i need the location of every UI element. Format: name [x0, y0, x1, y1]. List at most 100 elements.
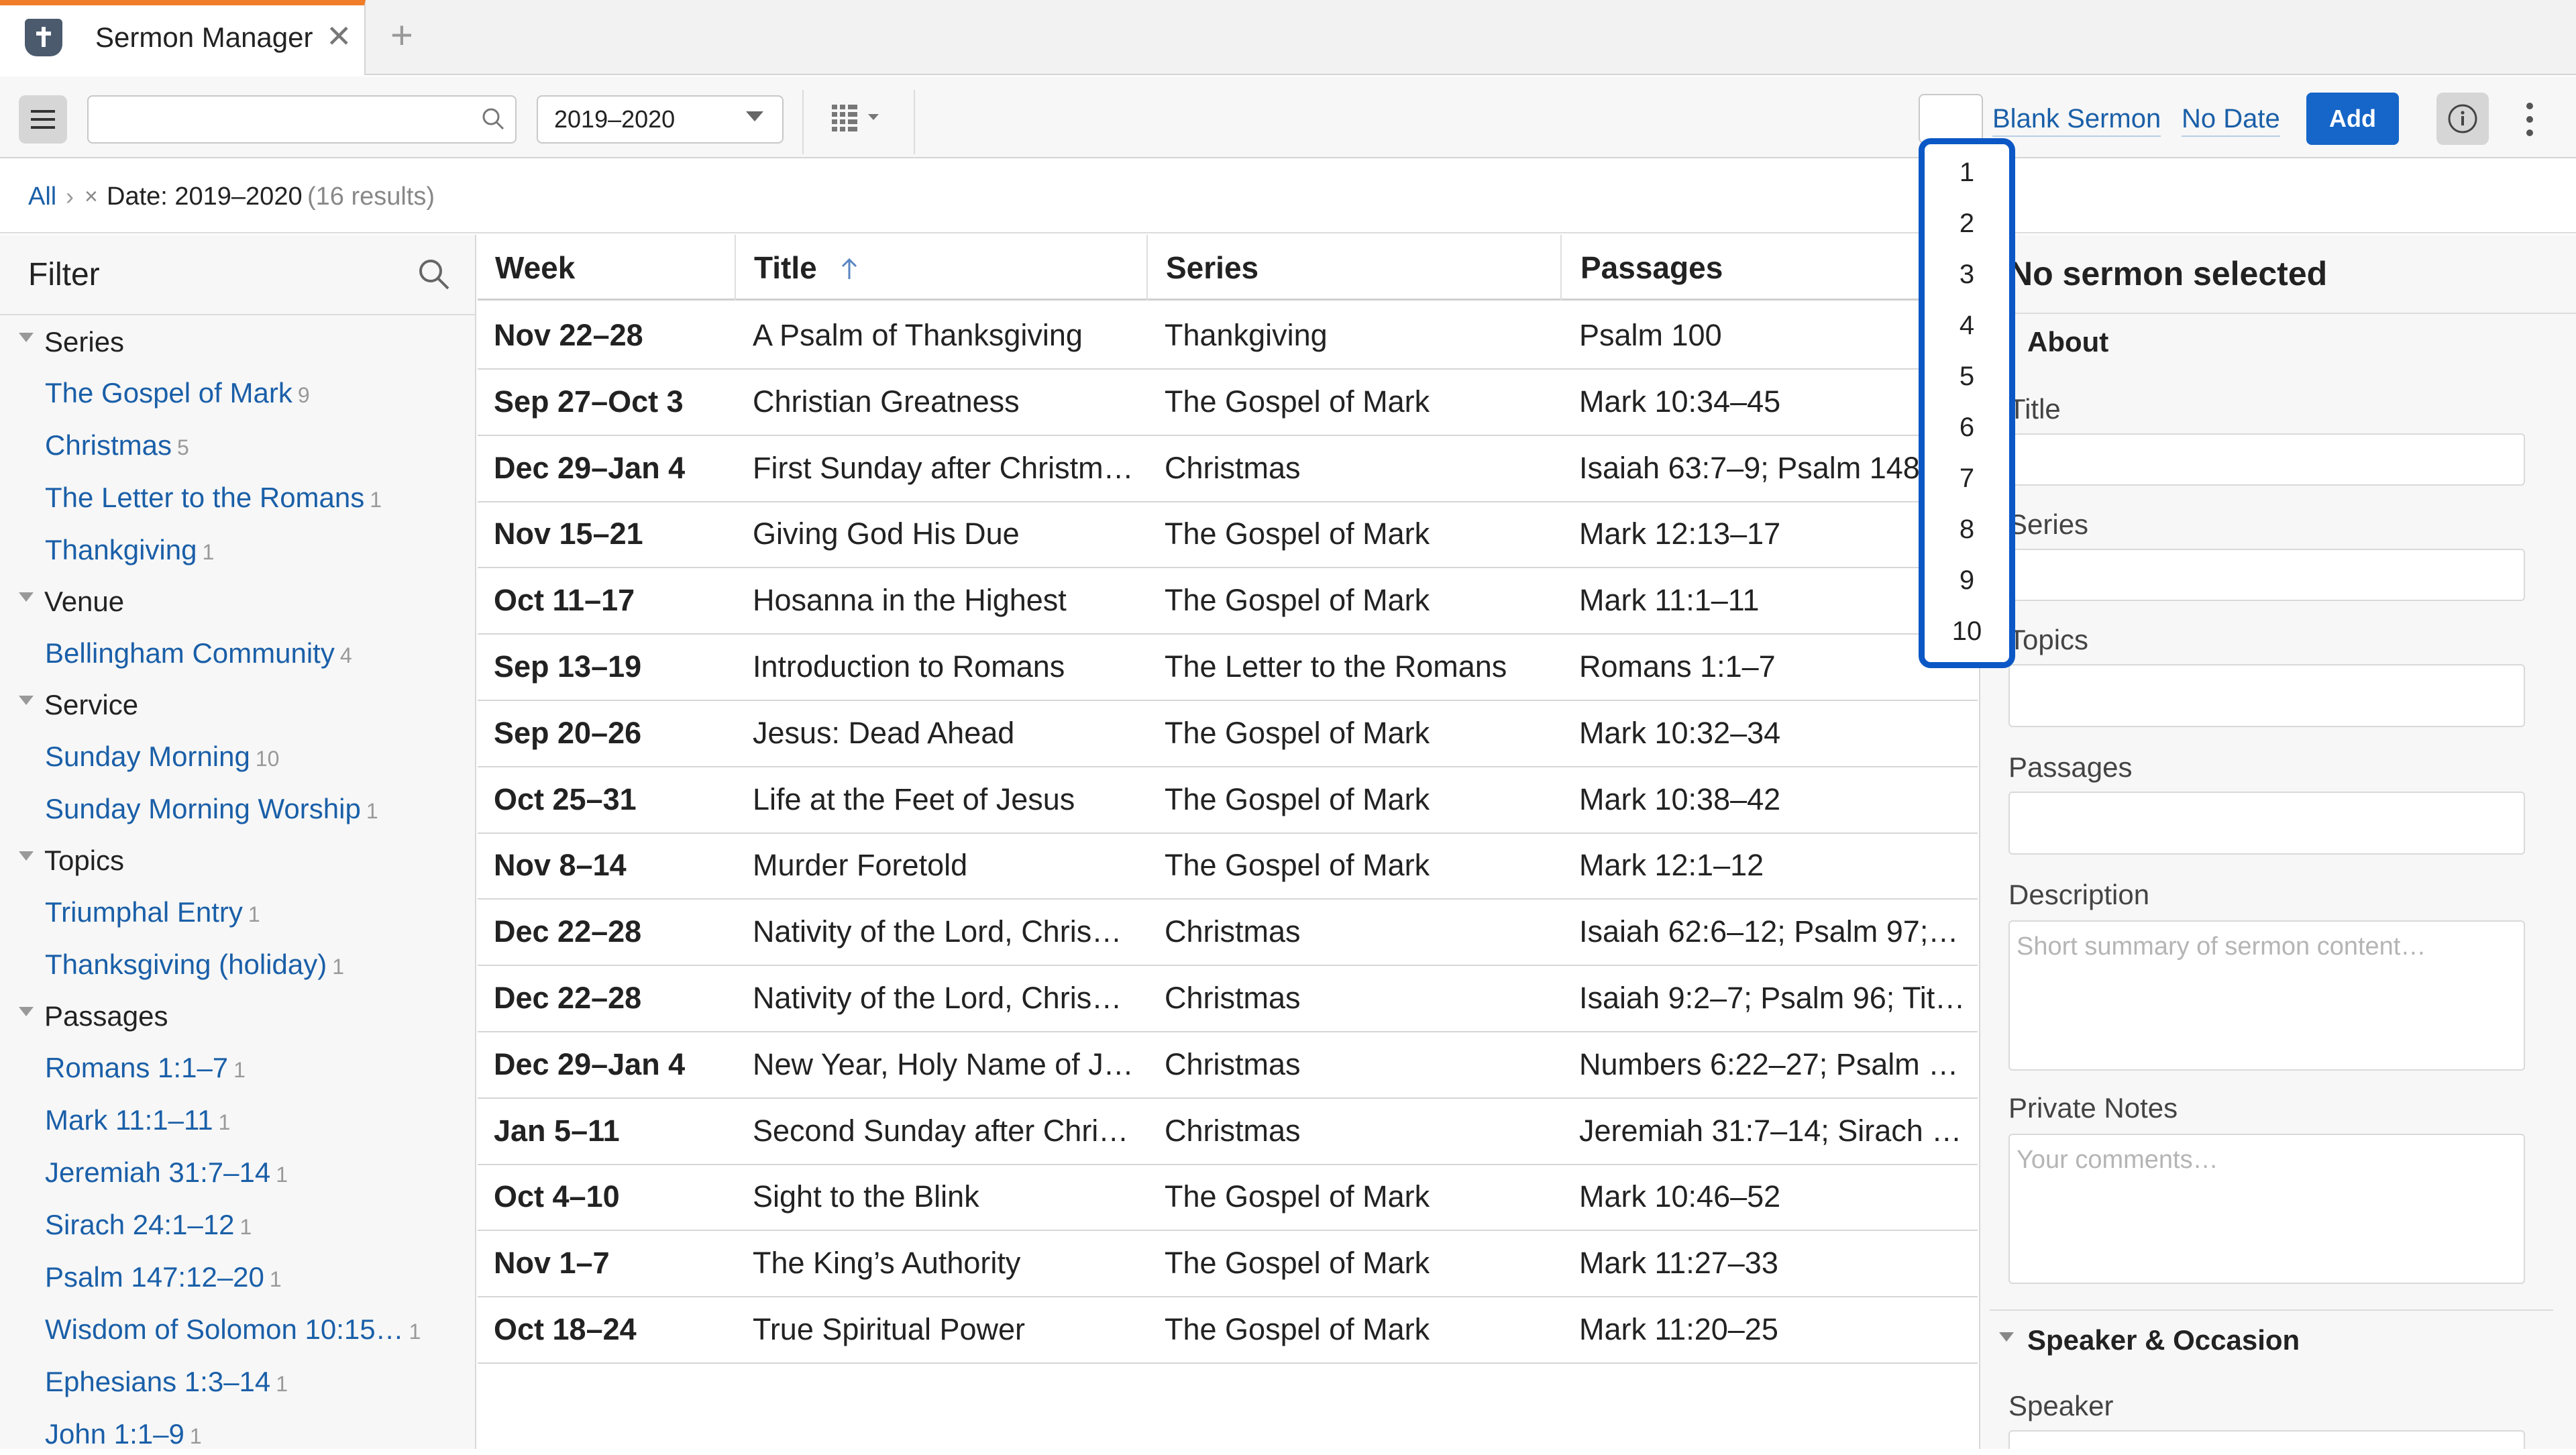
filter-item[interactable]: Triumphal Entry 1: [45, 894, 260, 933]
filter-item-label: Sirach 24:1–12: [45, 1209, 235, 1240]
filter-group-label: Service: [44, 689, 139, 720]
column-header-series[interactable]: Series: [1148, 235, 1562, 301]
filter-item[interactable]: Sunday Morning Worship 1: [45, 790, 378, 830]
info-button[interactable]: [2436, 93, 2489, 145]
column-header-week[interactable]: Week: [478, 235, 735, 301]
table-row[interactable]: Oct 4–10 Sight to the Blink The Gospel of …: [478, 1164, 1978, 1232]
filter-item-count: 9: [297, 383, 310, 407]
table-row[interactable]: Nov 8–14 Murder Foretold The Gospel of Mar…: [478, 832, 1978, 900]
add-button[interactable]: Add: [2306, 93, 2399, 145]
week-cell: Sep 20–26: [494, 715, 642, 750]
column-divider[interactable]: [735, 235, 736, 301]
column-divider[interactable]: [1146, 235, 1148, 301]
table-row[interactable]: Sep 20–26 Jesus: Dead Ahead The Gospel of …: [478, 700, 1978, 767]
series-cell: Christmas: [1165, 1046, 1301, 1081]
filter-group-series[interactable]: Series: [19, 323, 124, 361]
passages-field[interactable]: [2008, 792, 2525, 855]
table-row[interactable]: Oct 25–31 Life at the Feet of Jesus The Go…: [478, 767, 1978, 834]
passages-cell: Romans 1:1–7: [1579, 649, 1776, 684]
hamburger-menu-button[interactable]: [19, 95, 67, 144]
filter-item[interactable]: Mark 11:1–11 1: [45, 1101, 230, 1141]
table-row[interactable]: Jan 5–11 Second Sunday after Chri… Christm…: [478, 1098, 1978, 1165]
number-input[interactable]: [1919, 94, 1983, 144]
table-row[interactable]: Dec 22–28 Nativity of the Lord, Chris… Chr…: [478, 899, 1978, 967]
table-row[interactable]: Nov 15–21 Giving God His Due The Gospel of…: [478, 501, 1978, 569]
table-row[interactable]: Dec 29–Jan 4 First Sunday after Christm… C…: [478, 435, 1978, 502]
filter-item[interactable]: Bellingham Community 4: [45, 635, 352, 674]
number-option[interactable]: 7: [1919, 457, 2015, 499]
filter-item[interactable]: Sunday Morning 10: [45, 738, 279, 777]
filter-item[interactable]: The Gospel of Mark 9: [45, 374, 310, 414]
passages-cell: Numbers 6:22–27; Psalm …: [1579, 1046, 1959, 1081]
table-row[interactable]: Dec 29–Jan 4 New Year, Holy Name of J… Chr…: [478, 1032, 1978, 1099]
filter-item[interactable]: Psalm 147:12–20 1: [45, 1258, 282, 1298]
remove-filter-icon[interactable]: ×: [85, 180, 98, 213]
passages-cell: Mark 10:46–52: [1579, 1179, 1781, 1214]
filter-item[interactable]: John 1:1–9 1: [45, 1415, 202, 1455]
more-options-icon[interactable]: [2520, 98, 2540, 141]
no-date-link[interactable]: No Date: [2182, 102, 2280, 137]
number-option[interactable]: 8: [1919, 508, 2015, 550]
column-header-passages[interactable]: Passages: [1563, 235, 1978, 301]
week-cell: Dec 29–Jan 4: [494, 1046, 686, 1081]
topics-label: Topics: [2008, 624, 2089, 655]
tab-title: Sermon Manager: [95, 21, 313, 53]
tab-close-icon[interactable]: ✕: [326, 17, 352, 55]
number-option[interactable]: 2: [1919, 203, 2015, 244]
topics-field[interactable]: [2008, 664, 2525, 727]
table-row[interactable]: Nov 22–28 A Psalm of Thanksgiving Thankgiv…: [478, 303, 1978, 370]
speaker-field[interactable]: [2008, 1430, 2525, 1449]
filter-item-count: 1: [202, 540, 215, 564]
title-field[interactable]: [2008, 433, 2525, 486]
title-cell: New Year, Holy Name of J…: [753, 1046, 1134, 1081]
filter-group-passages[interactable]: Passages: [19, 998, 168, 1035]
series-cell: The Gospel of Mark: [1165, 1179, 1430, 1214]
table-row[interactable]: Sep 13–19 Introduction to Romans The Lette…: [478, 634, 1978, 701]
breadcrumb-separator: ›: [66, 182, 74, 210]
filter-item-label: Psalm 147:12–20: [45, 1261, 264, 1293]
number-option[interactable]: 6: [1919, 407, 2015, 448]
filter-item[interactable]: Wisdom of Solomon 10:15… 1: [45, 1311, 421, 1350]
column-header-title[interactable]: Title: [737, 235, 1147, 301]
filter-item[interactable]: Thankgiving 1: [45, 531, 214, 571]
table-row[interactable]: Oct 18–24 True Spiritual Power The Gospel …: [478, 1297, 1978, 1364]
number-option[interactable]: 3: [1919, 254, 2015, 295]
about-section-toggle[interactable]: About: [1999, 323, 2108, 361]
breadcrumb-all-link[interactable]: All: [28, 180, 56, 213]
filter-item[interactable]: Jeremiah 31:7–14 1: [45, 1154, 288, 1193]
blank-sermon-link[interactable]: Blank Sermon: [1992, 102, 2161, 137]
filter-item[interactable]: Romans 1:1–7 1: [45, 1049, 246, 1089]
number-option[interactable]: 1: [1919, 152, 2015, 193]
table-row[interactable]: Nov 1–7 The King’s Authority The Gospel of…: [478, 1230, 1978, 1298]
filter-item[interactable]: Ephesians 1:3–14 1: [45, 1363, 288, 1403]
number-option[interactable]: 10: [1919, 610, 2015, 652]
table-row[interactable]: Dec 22–28 Nativity of the Lord, Chris… Chr…: [478, 965, 1978, 1032]
filter-item[interactable]: Christmas 5: [45, 427, 189, 466]
new-tab-icon[interactable]: +: [390, 16, 413, 55]
sermon-manager-app-icon: [25, 19, 62, 56]
column-divider[interactable]: [1560, 235, 1562, 301]
filter-group-topics[interactable]: Topics: [19, 842, 124, 879]
number-option[interactable]: 5: [1919, 356, 2015, 397]
description-label: Description: [2008, 879, 2150, 910]
search-input[interactable]: [87, 95, 517, 144]
table-row[interactable]: Oct 11–17 Hosanna in the Highest The Gospe…: [478, 568, 1978, 635]
series-field[interactable]: [2008, 549, 2525, 601]
speaker-section-toggle[interactable]: Speaker & Occasion: [1999, 1322, 2300, 1359]
filter-group-service[interactable]: Service: [19, 686, 138, 724]
table-row[interactable]: Sep 27–Oct 3 Christian Greatness The Gospe…: [478, 369, 1978, 436]
filter-item[interactable]: Sirach 24:1–12 1: [45, 1206, 252, 1246]
search-icon[interactable]: [415, 255, 453, 294]
filter-item-count: 1: [276, 1163, 288, 1187]
sort-ascending-icon[interactable]: [840, 256, 859, 282]
filter-item-label: The Gospel of Mark: [45, 377, 292, 409]
search-icon[interactable]: [480, 106, 507, 133]
view-mode-button[interactable]: [829, 102, 890, 136]
number-option[interactable]: 4: [1919, 305, 2015, 346]
filter-item-label: John 1:1–9: [45, 1418, 184, 1450]
series-cell: Christmas: [1165, 981, 1301, 1015]
number-option[interactable]: 9: [1919, 559, 2015, 601]
filter-item[interactable]: The Letter to the Romans 1: [45, 479, 382, 519]
filter-item[interactable]: Thanksgiving (holiday) 1: [45, 946, 344, 985]
filter-group-venue[interactable]: Venue: [19, 583, 124, 621]
